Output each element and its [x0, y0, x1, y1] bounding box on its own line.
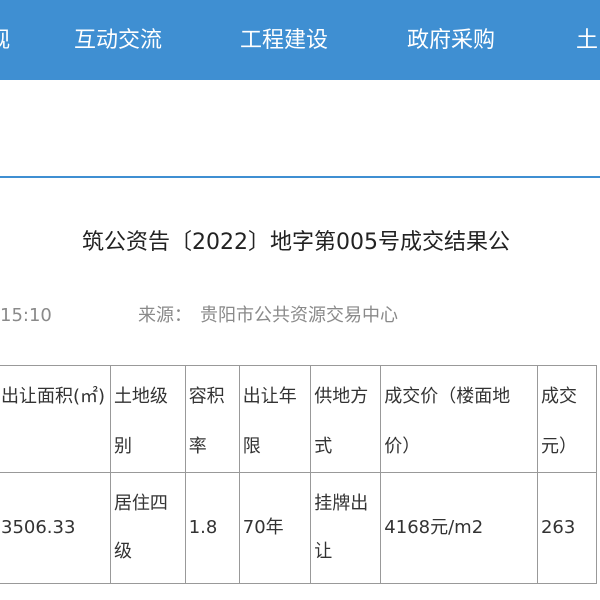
- cell-floor-price: 4168元/m2: [380, 472, 538, 584]
- cell-area: 3506.33: [0, 472, 111, 584]
- publish-time: 15:10: [0, 305, 52, 326]
- cell-plot-ratio-value: 1.8: [188, 517, 218, 538]
- source-label: 来源：: [138, 305, 192, 326]
- nav-item-partial-right[interactable]: 土: [576, 26, 598, 56]
- cell-plot-ratio: 1.8: [184, 472, 240, 584]
- nav-item-construction[interactable]: 工程建设: [240, 26, 328, 56]
- header-cell-floor-price: 成交价（楼面地价）: [380, 365, 538, 473]
- cell-land-grade: 居住四级: [109, 472, 186, 584]
- cell-floor-price-value: 4168元/m2: [384, 517, 484, 538]
- nav-item-interaction[interactable]: 互动交流: [74, 26, 162, 56]
- header-divider: [0, 176, 600, 178]
- cell-term-value: 70年: [242, 517, 284, 538]
- nav-item-partial-left[interactable]: 观: [0, 26, 10, 56]
- top-navigation-bar: 观 互动交流 工程建设 政府采购 土: [0, 0, 600, 80]
- article-source: 来源： 贵阳市公共资源交易中心: [138, 302, 398, 330]
- table-header-row: 出让面积(㎡) 土地级别 容积率 出让年限 供地方式 成交价（楼面地价） 成交元…: [0, 365, 598, 473]
- banner-area: [0, 80, 600, 176]
- cell-term: 70年: [238, 472, 312, 584]
- header-cell-term: 出让年限: [238, 365, 312, 473]
- article-title: 筑公资告〔2022〕地字第005号成交结果公: [82, 230, 510, 255]
- nav-item-procurement[interactable]: 政府采购: [407, 26, 495, 56]
- cell-supply-method-value: 挂牌出让: [314, 493, 369, 562]
- cell-area-value: 3506.33: [1, 517, 76, 538]
- table-row: 3506.33 居住四级 1.8 70年 挂牌出让 4168元/m2 263: [0, 472, 598, 584]
- cell-total-price: 263: [536, 472, 598, 584]
- header-cell-land-grade: 土地级别: [109, 365, 186, 473]
- cell-total-price-value: 263: [540, 517, 576, 538]
- header-cell-total-price: 成交元）: [536, 365, 598, 473]
- header-cell-area: 出让面积(㎡): [0, 365, 111, 473]
- header-cell-supply-method: 供地方式: [310, 365, 382, 473]
- transaction-result-table: 出让面积(㎡) 土地级别 容积率 出让年限 供地方式 成交价（楼面地价） 成交元…: [0, 365, 598, 584]
- cell-supply-method: 挂牌出让: [310, 472, 382, 584]
- header-cell-plot-ratio: 容积率: [184, 365, 240, 473]
- source-name: 贵阳市公共资源交易中心: [200, 305, 398, 326]
- cell-land-grade-value: 居住四级: [113, 493, 168, 562]
